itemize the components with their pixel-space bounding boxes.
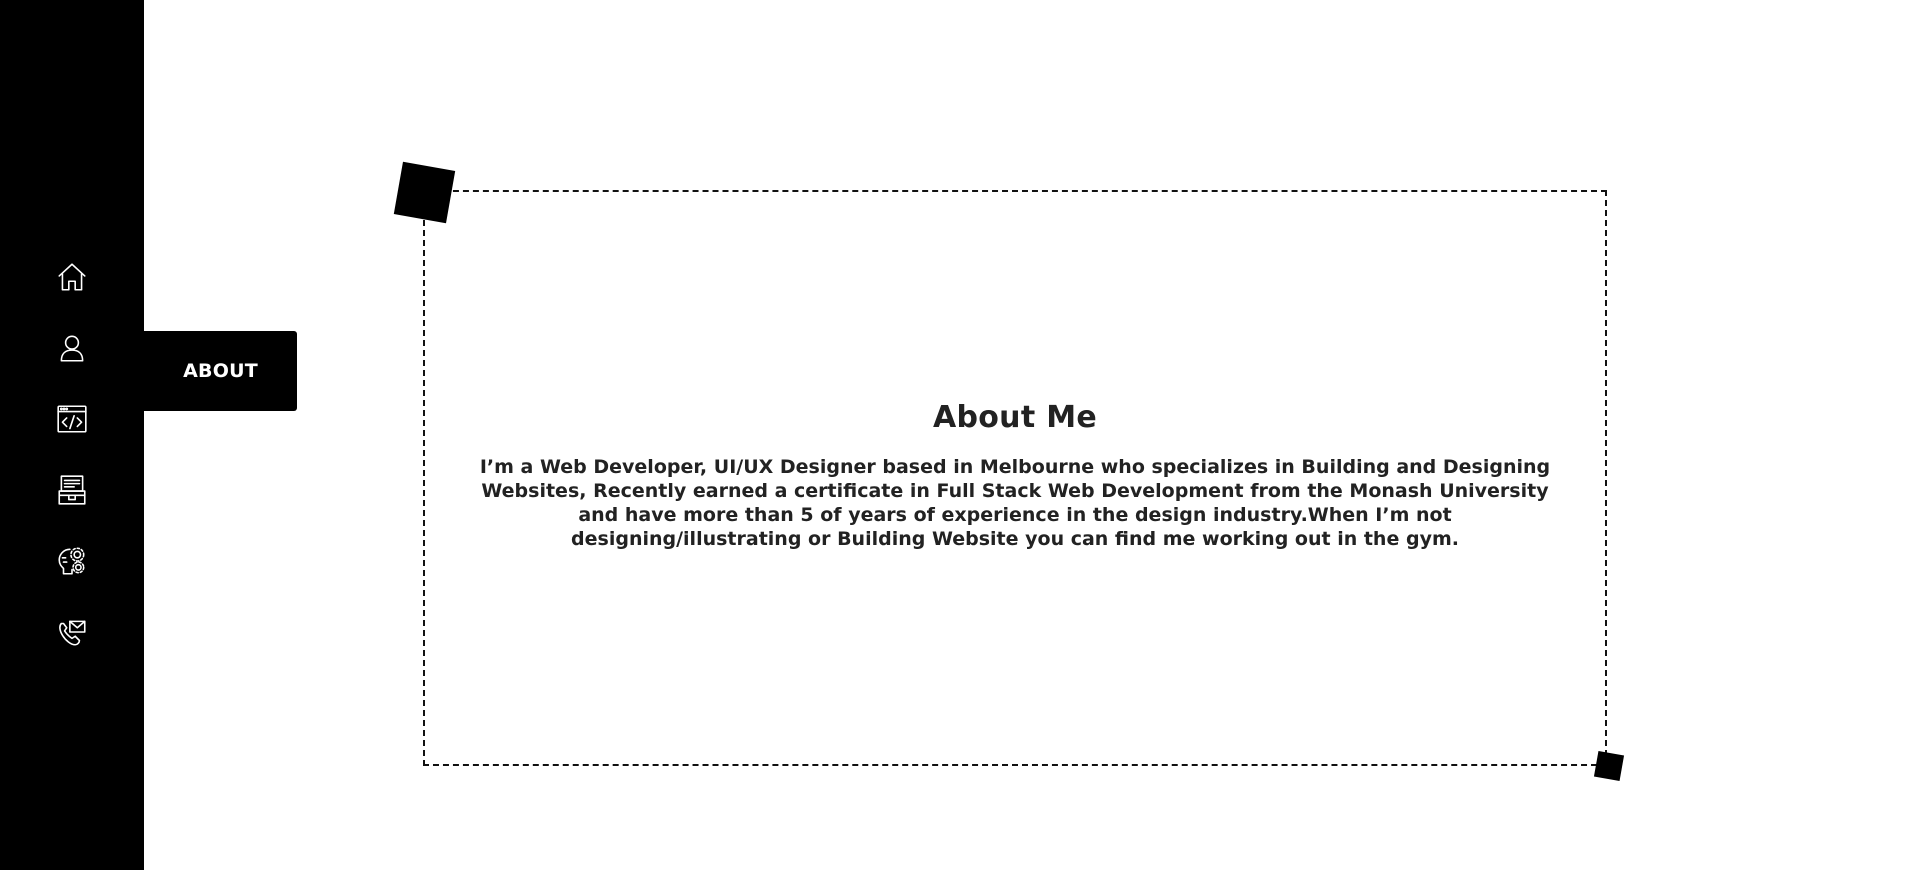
about-description: I’m a Web Developer, UI/UX Designer base… (479, 456, 1551, 550)
skills-gear-icon (58, 547, 85, 575)
home-icon (58, 263, 86, 291)
nav-experience[interactable] (52, 470, 92, 510)
briefcase-desk-icon (58, 475, 86, 505)
contact-phone-mail-icon (59, 620, 86, 646)
code-window-icon (57, 405, 87, 433)
nav-contact[interactable] (52, 612, 92, 652)
nav-projects[interactable] (52, 399, 92, 439)
about-title: About Me (932, 400, 1098, 435)
about-section: About Me I’m a Web Developer, UI/UX Desi… (470, 400, 1560, 551)
sidebar-nav (0, 0, 144, 870)
nav-about[interactable] (52, 328, 92, 368)
decorative-square-top-left (393, 161, 456, 224)
decorative-square-bottom-right (1593, 750, 1625, 782)
user-icon (60, 335, 84, 362)
nav-home[interactable] (52, 257, 92, 297)
nav-skills[interactable] (52, 541, 92, 581)
nav-tooltip: ABOUT (144, 331, 297, 411)
